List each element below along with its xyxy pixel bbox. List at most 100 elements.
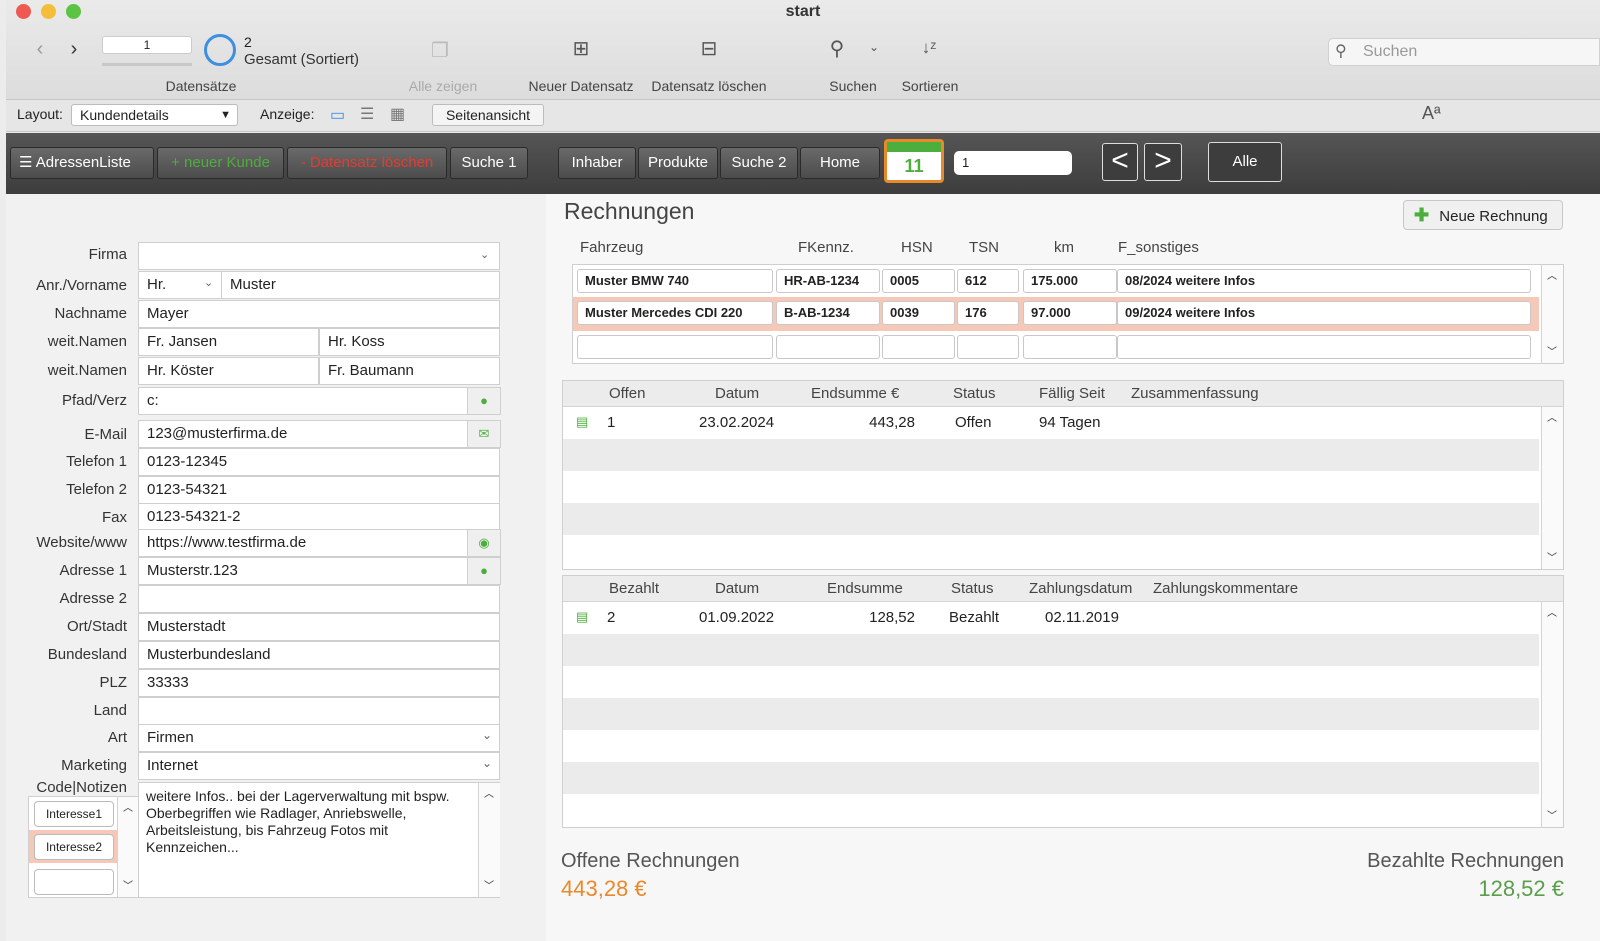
products-button[interactable]: Produkte <box>638 147 718 179</box>
weit-namen-1b-field[interactable]: Hr. Koss <box>319 328 500 356</box>
vehicle-plate[interactable]: HR-AB-1234 <box>776 269 880 293</box>
sort-icon[interactable]: ↓ᶻ <box>914 38 944 58</box>
owner-button[interactable]: Inhaber <box>558 147 636 179</box>
table-row[interactable]: ▤ 2 01.09.2022 128,52 Bezahlt 02.11.2019 <box>563 602 1539 634</box>
interest-item[interactable] <box>34 869 114 895</box>
new-customer-button[interactable]: + neuer Kunde <box>157 147 284 179</box>
new-record-icon[interactable]: ⊞ <box>561 36 601 61</box>
vehicle-tsn[interactable]: 176 <box>957 301 1019 325</box>
firma-field[interactable] <box>138 242 500 270</box>
text-size-icon[interactable]: Aª <box>1422 103 1441 124</box>
search-box[interactable]: ⚲ Suchen <box>1328 38 1600 66</box>
table-row[interactable] <box>563 439 1539 471</box>
table-row[interactable] <box>563 634 1539 666</box>
form-view-icon[interactable]: ▭ <box>330 105 345 125</box>
table-row[interactable] <box>563 794 1539 827</box>
next-record-button[interactable]: > <box>1144 143 1182 181</box>
mail-icon[interactable]: ✉ <box>467 420 501 448</box>
find-button[interactable]: Suchen <box>818 78 888 94</box>
show-all-icon[interactable]: ❐ <box>420 38 460 63</box>
land-field[interactable] <box>138 697 500 725</box>
all-button[interactable]: Alle <box>1208 142 1282 182</box>
table-row[interactable] <box>563 666 1539 698</box>
email-field[interactable]: 123@musterfirma.de <box>138 420 468 448</box>
vehicle-hsn[interactable]: 0039 <box>882 301 955 325</box>
record-slider[interactable] <box>102 63 192 66</box>
open-invoices-scrollbar[interactable]: ︿ ﹀ <box>1541 407 1563 569</box>
record-icon[interactable]: ▤ <box>576 609 588 625</box>
vorname-field[interactable]: Muster <box>221 271 500 299</box>
find-icon[interactable]: ⚲ <box>822 36 852 61</box>
fax-field[interactable]: 0123-54321-2 <box>138 503 500 531</box>
telefon2-field[interactable]: 0123-54321 <box>138 476 500 504</box>
table-row[interactable]: Muster Mercedes CDI 220 B-AB-1234 0039 1… <box>573 297 1539 331</box>
vehicles-scrollbar[interactable]: ︿ ﹀ <box>1541 265 1563 363</box>
weit-namen-2b-field[interactable]: Fr. Baumann <box>319 357 500 385</box>
interest-item[interactable]: Interesse2 <box>34 834 114 860</box>
vehicle-plate[interactable]: B-AB-1234 <box>776 301 880 325</box>
prev-record-button[interactable]: < <box>1102 143 1138 181</box>
vehicle-km[interactable]: 175.000 <box>1023 269 1117 293</box>
search2-button[interactable]: Suche 2 <box>720 147 798 179</box>
calendar-icon[interactable]: 11 <box>884 139 944 183</box>
vehicle-km[interactable]: 97.000 <box>1023 301 1117 325</box>
ort-field[interactable]: Musterstadt <box>138 613 500 641</box>
show-all-button[interactable]: Alle zeigen <box>388 78 498 94</box>
table-row[interactable] <box>573 331 1539 363</box>
interest-item[interactable]: Interesse1 <box>34 801 114 827</box>
search1-button[interactable]: Suche 1 <box>450 147 528 179</box>
table-row[interactable] <box>563 730 1539 762</box>
marketing-select[interactable]: Internet <box>138 752 500 780</box>
website-field[interactable]: https://www.testfirma.de <box>138 529 468 557</box>
plz-field[interactable]: 33333 <box>138 669 500 697</box>
new-invoice-button[interactable]: ✚ Neue Rechnung <box>1403 200 1563 230</box>
globe-icon[interactable]: ◉ <box>467 529 501 557</box>
list-view-icon[interactable]: ☰ <box>360 104 374 124</box>
table-row[interactable] <box>563 471 1539 503</box>
pin-icon[interactable]: ● <box>467 387 501 415</box>
table-row[interactable]: ▤ 1 23.02.2024 443,28 Offen 94 Tagen <box>563 407 1539 439</box>
vehicle-other[interactable]: 09/2024 weitere Infos <box>1117 301 1531 325</box>
vehicle-other[interactable]: 08/2024 weitere Infos <box>1117 269 1531 293</box>
interests-scrollbar[interactable]: ︿ ﹀ <box>117 797 139 897</box>
vehicle-hsn[interactable]: 0005 <box>882 269 955 293</box>
vehicle-name[interactable]: Muster Mercedes CDI 220 <box>577 301 773 325</box>
chevron-down-icon[interactable]: ⌄ <box>866 40 882 54</box>
record-icon[interactable]: ▤ <box>576 414 588 430</box>
bundesland-field[interactable]: Musterbundesland <box>138 641 500 669</box>
table-row[interactable] <box>563 762 1539 794</box>
delete-record-icon[interactable]: ⊟ <box>689 36 729 61</box>
table-row[interactable] <box>563 535 1539 569</box>
vehicle-name[interactable]: Muster BMW 740 <box>577 269 773 293</box>
address-list-button[interactable]: ☰ AdressenListe <box>10 147 154 179</box>
paid-invoices-scrollbar[interactable]: ︿ ﹀ <box>1541 602 1563 827</box>
art-select[interactable]: Firmen <box>138 724 500 752</box>
telefon1-field[interactable]: 0123-12345 <box>138 448 500 476</box>
table-row[interactable] <box>563 698 1539 730</box>
vehicle-tsn[interactable]: 612 <box>957 269 1019 293</box>
notes-scrollbar[interactable]: ︿ ﹀ <box>478 783 500 897</box>
adresse2-field[interactable] <box>138 585 500 613</box>
chevron-down-icon[interactable]: ⌄ <box>480 248 489 261</box>
table-row[interactable] <box>563 503 1539 535</box>
table-view-icon[interactable]: ▦ <box>390 104 405 124</box>
adresse1-field[interactable]: Musterstr.123 <box>138 557 468 585</box>
layout-select[interactable]: Kundendetails ▼ <box>71 104 238 126</box>
weit-namen-2a-field[interactable]: Hr. Köster <box>138 357 319 385</box>
sort-button[interactable]: Sortieren <box>894 78 966 94</box>
delete-record-nav-button[interactable]: - Datensatz löschen <box>287 147 447 179</box>
pfad-field[interactable]: c: <box>138 387 468 415</box>
notes-field[interactable]: weitere Infos.. bei der Lagerverwaltung … <box>138 782 500 898</box>
page-field[interactable]: 1 <box>954 151 1072 175</box>
table-row[interactable]: Muster BMW 740 HR-AB-1234 0005 612 175.0… <box>573 265 1539 297</box>
chevron-right-icon[interactable]: › <box>64 38 84 61</box>
map-pin-icon[interactable]: ● <box>467 557 501 585</box>
nachname-field[interactable]: Mayer <box>138 300 500 328</box>
chevron-left-icon[interactable]: ‹ <box>30 38 50 61</box>
new-record-button[interactable]: Neuer Datensatz <box>522 78 640 94</box>
delete-record-button[interactable]: Datensatz löschen <box>646 78 772 94</box>
page-preview-button[interactable]: Seitenansicht <box>432 104 544 126</box>
home-button[interactable]: Home <box>800 147 880 179</box>
record-number-field[interactable]: 1 <box>102 36 192 54</box>
weit-namen-1a-field[interactable]: Fr. Jansen <box>138 328 319 356</box>
